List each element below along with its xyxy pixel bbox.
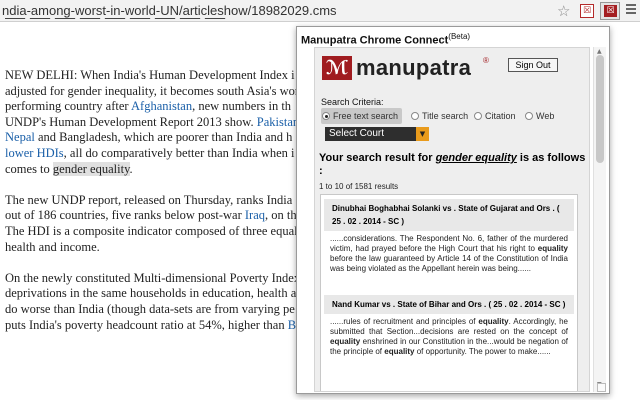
radio-label: Citation <box>485 111 516 121</box>
popup-title-beta: (Beta) <box>448 32 471 41</box>
article-text: deprivations in the same households in e… <box>5 286 297 301</box>
article-text: , new numbers in th <box>192 99 292 114</box>
article-text: . <box>129 161 133 176</box>
article-line: comes to gender equality. <box>5 161 305 178</box>
radio-button[interactable] <box>474 112 482 120</box>
radio-label: Title search <box>422 111 469 121</box>
snippet-highlight: equality <box>478 317 509 326</box>
result-heading: Your search result for gender equality i… <box>319 152 587 178</box>
result-snippet: ......rules of recruitment and principle… <box>324 314 574 360</box>
radio-free-text-search[interactable]: Free text search <box>321 108 403 124</box>
article-line: On the newly constituted Multi-dimension… <box>5 271 305 287</box>
article-line: lower HDIs, all do comparatively better … <box>5 146 305 162</box>
radio-label: Web <box>536 111 555 121</box>
article-text: The new UNDP report, released on Thursda… <box>5 192 293 207</box>
article-text: On the newly constituted Multi-dimension… <box>5 270 301 285</box>
article-text: and Bangladesh, which are poorer than In… <box>34 130 293 145</box>
result-heading-prefix: Your search result for <box>319 152 436 164</box>
snippet-highlight: equality <box>384 347 415 356</box>
article-line <box>5 255 305 271</box>
article-text: UNDP's Human Development Report 2013 sho… <box>5 114 257 129</box>
article-line <box>5 177 305 193</box>
article-link[interactable]: Nepal <box>5 130 35 144</box>
article-line: adjusted for gender inequality, it becom… <box>5 84 305 100</box>
scroll-up-icon[interactable]: ▲ <box>597 48 602 55</box>
article-link[interactable]: Iraq <box>245 208 265 222</box>
radio-button[interactable] <box>411 112 419 120</box>
snippet-text: ......rules of recruitment and principle… <box>330 317 479 326</box>
popup-content: ℳ manupatra ® Sign Out Search Criteria: … <box>314 47 590 392</box>
sign-out-button[interactable]: Sign Out <box>508 58 558 72</box>
logo-mark-icon: ℳ <box>322 56 352 80</box>
article-line: deprivations in the same households in e… <box>5 286 305 302</box>
radio-citation[interactable]: Citation <box>473 108 516 124</box>
article-body: NEW DELHI: When India's Human Developmen… <box>5 68 305 333</box>
article-text: , all do comparatively better than India… <box>63 145 295 160</box>
article-text: comes to <box>5 161 53 176</box>
article-line: puts India's poverty headcount ratio at … <box>5 318 305 334</box>
radio-web[interactable]: Web <box>524 108 554 124</box>
radio-button[interactable] <box>525 112 533 120</box>
article-text: performing country after <box>5 99 131 114</box>
select-court-label: Select Court <box>329 128 385 139</box>
article-text: out of 186 countries, five ranks below p… <box>5 208 245 223</box>
resize-handle-icon[interactable] <box>597 383 606 392</box>
result-title-link[interactable]: Dinubhai Boghabhai Solanki vs . State of… <box>324 199 574 231</box>
manupatra-extension-icon[interactable]: ☒ <box>600 2 620 20</box>
star-icon[interactable]: ☆ <box>557 2 570 20</box>
article-text: The HDI is a composite indicator compose… <box>5 223 298 238</box>
search-criteria-options: Free text search Title search Citation Web <box>321 108 571 124</box>
article-text: do worse than India (though data-sets ar… <box>5 301 295 316</box>
search-criteria-label: Search Criteria: <box>321 97 384 107</box>
result-query: gender equality <box>435 152 517 164</box>
results-list[interactable]: Dinubhai Boghabhai Solanki vs . State of… <box>320 194 578 391</box>
extension-popup: Manupatra Chrome Connect(Beta) ℳ manupat… <box>296 26 610 394</box>
scrollbar-thumb[interactable] <box>596 55 604 163</box>
article-line: health and income. <box>5 240 305 256</box>
article-text: puts India's poverty headcount ratio at … <box>5 317 288 332</box>
radio-title-search[interactable]: Title search <box>410 108 468 124</box>
article-link[interactable]: B <box>288 318 296 332</box>
article-link[interactable]: lower HDIs <box>5 146 64 160</box>
highlighted-search-term: gender equality <box>52 161 130 176</box>
result-snippet: ......considerations. The Respondent No.… <box>324 231 574 277</box>
extension-icon[interactable]: ☒ <box>580 4 594 18</box>
article-headline-fragment: — — — — — — — — — <box>5 18 295 30</box>
snippet-highlight: equality <box>330 337 361 346</box>
snippet-text: ......considerations. The Respondent No.… <box>330 234 568 253</box>
article-line: Nepal and Bangladesh, which are poorer t… <box>5 130 305 146</box>
article-line: do worse than India (though data-sets ar… <box>5 302 305 318</box>
select-court-dropdown[interactable]: Select Court ▼ <box>325 127 429 141</box>
menu-icon[interactable] <box>626 4 636 16</box>
snippet-text: before the law guaranteed by Article 14 … <box>330 254 568 273</box>
radio-button[interactable] <box>322 112 330 120</box>
snippet-highlight: equality <box>537 244 568 253</box>
radio-label: Free text search <box>333 111 399 121</box>
article-line: out of 186 countries, five ranks below p… <box>5 208 305 224</box>
article-line: UNDP's Human Development Report 2013 sho… <box>5 115 305 131</box>
snippet-text: of opportunity. The power to make...... <box>414 347 551 356</box>
article-line: The HDI is a composite indicator compose… <box>5 224 305 240</box>
article-line: NEW DELHI: When India's Human Developmen… <box>5 68 305 84</box>
popup-title-text: Manupatra Chrome Connect <box>301 34 449 47</box>
article-link[interactable]: Pakistan <box>257 115 299 129</box>
article-text: NEW DELHI: When India's Human Developmen… <box>5 68 295 82</box>
result-count: 1 to 10 of 1581 results <box>319 182 399 191</box>
article-link[interactable]: Afghanistan <box>131 99 192 113</box>
logo-text: manupatra <box>356 55 472 80</box>
popup-title: Manupatra Chrome Connect(Beta) <box>301 32 470 47</box>
logo-registered-mark: ® <box>483 56 489 65</box>
result-title-link[interactable]: Nand Kumar vs . State of Bihar and Ors .… <box>324 295 574 314</box>
article-text: adjusted for gender inequality, it becom… <box>5 83 300 98</box>
article-text: , on th <box>265 208 297 223</box>
article-text: health and income. <box>5 239 100 254</box>
article-line: The new UNDP report, released on Thursda… <box>5 193 305 209</box>
popup-scrollbar[interactable]: ▲ ▼ <box>593 47 606 392</box>
result-item: Nand Kumar vs . State of Bihar and Ors .… <box>324 295 574 360</box>
result-item: Dinubhai Boghabhai Solanki vs . State of… <box>324 199 574 277</box>
chevron-down-icon: ▼ <box>416 127 429 141</box>
article-line: performing country after Afghanistan, ne… <box>5 99 305 115</box>
